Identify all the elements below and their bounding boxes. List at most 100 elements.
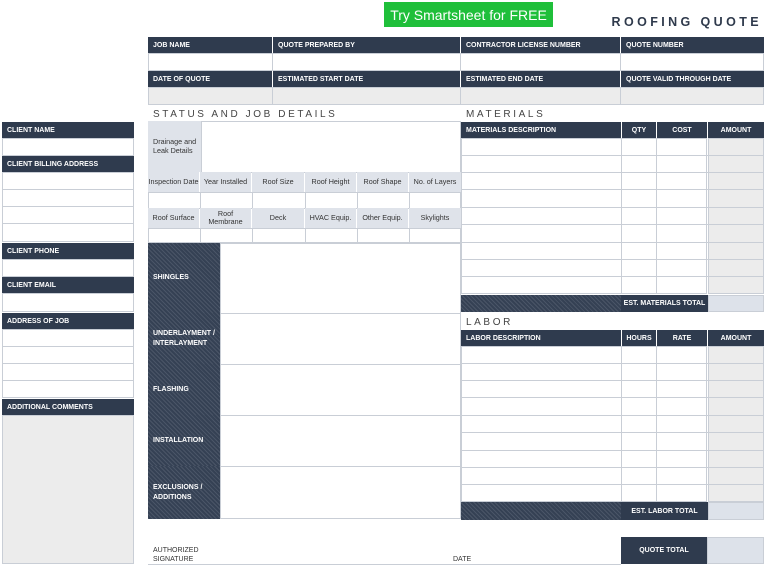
client-name-field[interactable] — [2, 138, 134, 156]
date-of-quote-header: DATE OF QUOTE — [148, 71, 272, 87]
roof-shape-field[interactable] — [357, 192, 410, 209]
labor-total-filler — [461, 502, 621, 520]
address-line-4[interactable] — [2, 380, 134, 398]
materials-amount-header: AMOUNT — [708, 122, 764, 138]
materials-section-title: MATERIALS — [466, 109, 546, 120]
client-phone-field[interactable] — [2, 259, 134, 277]
job-name-field[interactable] — [148, 53, 273, 71]
labor-rows[interactable] — [461, 346, 707, 502]
estimated-end-field[interactable] — [460, 87, 621, 105]
drainage-label: Drainage and Leak Details — [148, 121, 202, 172]
estimated-start-field[interactable] — [272, 87, 461, 105]
labor-rate-header: RATE — [657, 330, 707, 346]
address-line-2[interactable] — [2, 346, 134, 364]
client-column: CLIENT NAME CLIENT BILLING ADDRESS CLIEN… — [2, 122, 134, 564]
address-of-job-label: ADDRESS OF JOB — [2, 313, 134, 329]
page-title: ROOFING QUOTE — [611, 15, 762, 29]
no-of-layers-label: No. of Layers — [409, 172, 461, 192]
inspection-date-field[interactable] — [148, 192, 201, 209]
roof-surface-field[interactable] — [148, 228, 201, 243]
status-job-details: Drainage and Leak Details Inspection Dat… — [148, 121, 461, 521]
inspection-date-label: Inspection Date — [148, 172, 199, 192]
labor-total-value[interactable] — [708, 502, 764, 520]
address-line-1[interactable] — [2, 329, 134, 347]
quote-prepared-by-field[interactable] — [272, 53, 461, 71]
quote-number-header: QUOTE NUMBER — [621, 37, 764, 53]
materials-table: MATERIALS DESCRIPTION QTY COST AMOUNT ES… — [461, 122, 764, 312]
drainage-field[interactable] — [201, 121, 461, 173]
roof-shape-label: Roof Shape — [357, 172, 408, 192]
roof-membrane-label: Roof Membrane — [200, 208, 251, 228]
installation-label: INSTALLATION — [148, 415, 220, 466]
materials-total-label: EST. MATERIALS TOTAL — [621, 295, 708, 312]
other-equip-label: Other Equip. — [357, 208, 408, 228]
client-email-field[interactable] — [2, 293, 134, 312]
underlayment-field[interactable] — [220, 313, 461, 365]
labor-desc-header: LABOR DESCRIPTION — [461, 330, 621, 346]
roof-height-field[interactable] — [305, 192, 358, 209]
address-line-3[interactable] — [2, 363, 134, 381]
header-fields: JOB NAME QUOTE PREPARED BY CONTRACTOR LI… — [148, 37, 764, 105]
deck-field[interactable] — [252, 228, 306, 243]
job-details-row-2: Roof Surface Roof Membrane Deck HVAC Equ… — [148, 208, 461, 228]
roof-membrane-field[interactable] — [200, 228, 253, 243]
labor-hours-header: HOURS — [622, 330, 656, 346]
quote-number-field[interactable] — [620, 53, 764, 71]
quote-total-label: QUOTE TOTAL — [621, 537, 707, 564]
client-billing-line-4[interactable] — [2, 223, 134, 242]
exclusions-field[interactable] — [220, 466, 461, 519]
contractor-license-header: CONTRACTOR LICENSE NUMBER — [461, 37, 620, 53]
client-billing-line-2[interactable] — [2, 189, 134, 207]
materials-total-value[interactable] — [708, 295, 764, 312]
client-phone-label: CLIENT PHONE — [2, 243, 134, 259]
roof-size-label: Roof Size — [252, 172, 304, 192]
labor-amount-column[interactable] — [708, 346, 764, 502]
labor-amount-header: AMOUNT — [708, 330, 764, 346]
skylights-field[interactable] — [409, 228, 461, 243]
roof-surface-label: Roof Surface — [148, 208, 199, 228]
quote-prepared-by-header: QUOTE PREPARED BY — [273, 37, 460, 53]
date-field[interactable] — [452, 538, 621, 565]
estimated-end-header: ESTIMATED END DATE — [461, 71, 620, 87]
installation-field[interactable] — [220, 415, 461, 467]
shingles-field[interactable] — [220, 243, 461, 314]
labor-section-title: LABOR — [466, 317, 513, 328]
hvac-equip-label: HVAC Equip. — [305, 208, 356, 228]
additional-comments-field[interactable] — [2, 415, 134, 564]
quote-valid-through-field[interactable] — [620, 87, 764, 105]
materials-rows[interactable] — [461, 138, 707, 294]
quote-valid-through-header: QUOTE VALID THROUGH DATE — [621, 71, 764, 87]
additional-comments-label: ADDITIONAL COMMENTS — [2, 399, 134, 415]
shingles-label: SHINGLES — [148, 243, 220, 313]
skylights-label: Skylights — [409, 208, 461, 228]
year-installed-field[interactable] — [200, 192, 253, 209]
materials-amount-column[interactable] — [708, 138, 764, 294]
try-smartsheet-button[interactable]: Try Smartsheet for FREE — [384, 2, 553, 27]
status-section-title: STATUS AND JOB DETAILS — [153, 109, 338, 120]
materials-desc-header: MATERIALS DESCRIPTION — [461, 122, 621, 138]
materials-qty-header: QTY — [622, 122, 656, 138]
client-billing-label: CLIENT BILLING ADDRESS — [2, 156, 134, 172]
exclusions-label: EXCLUSIONS / ADDITIONS — [148, 466, 220, 519]
quote-total-value[interactable] — [707, 537, 764, 564]
no-of-layers-field[interactable] — [409, 192, 461, 209]
client-billing-line-3[interactable] — [2, 206, 134, 224]
signature-field[interactable] — [148, 538, 452, 565]
underlayment-label: UNDERLAYMENT / INTERLAYMENT — [148, 313, 220, 364]
materials-total-filler — [461, 295, 621, 312]
client-email-label: CLIENT EMAIL — [2, 277, 134, 293]
other-equip-field[interactable] — [357, 228, 410, 243]
labor-table: LABOR DESCRIPTION HOURS RATE AMOUNT EST.… — [461, 330, 764, 520]
contractor-license-field[interactable] — [460, 53, 621, 71]
roof-size-field[interactable] — [252, 192, 306, 209]
year-installed-label: Year Installed — [200, 172, 251, 192]
flashing-field[interactable] — [220, 364, 461, 416]
job-details-row-1: Inspection Date Year Installed Roof Size… — [148, 172, 461, 192]
hvac-equip-field[interactable] — [305, 228, 358, 243]
flashing-label: FLASHING — [148, 364, 220, 415]
client-billing-line-1[interactable] — [2, 172, 134, 190]
materials-cost-header: COST — [657, 122, 707, 138]
job-name-header: JOB NAME — [148, 37, 272, 53]
estimated-start-header: ESTIMATED START DATE — [273, 71, 460, 87]
date-of-quote-field[interactable] — [148, 87, 273, 105]
